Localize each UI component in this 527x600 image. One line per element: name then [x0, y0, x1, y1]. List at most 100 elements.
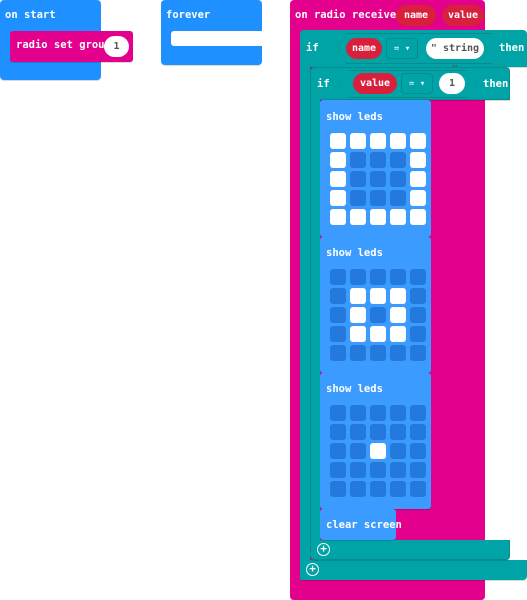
- inner-if-left-value[interactable]: value: [353, 73, 397, 94]
- led-cell[interactable]: [330, 405, 346, 421]
- led-cell[interactable]: [350, 462, 366, 478]
- led-grid[interactable]: [330, 405, 430, 505]
- led-cell[interactable]: [370, 462, 386, 478]
- led-cell[interactable]: [330, 307, 346, 323]
- led-cell[interactable]: [410, 133, 426, 149]
- led-cell[interactable]: [370, 133, 386, 149]
- led-cell[interactable]: [410, 269, 426, 285]
- led-cell[interactable]: [370, 443, 386, 459]
- led-cell[interactable]: [410, 462, 426, 478]
- led-cell[interactable]: [390, 462, 406, 478]
- inner-if-operator-dropdown[interactable]: = ▾: [401, 73, 433, 94]
- led-cell[interactable]: [390, 443, 406, 459]
- param-name[interactable]: name: [396, 5, 436, 26]
- led-cell[interactable]: [410, 345, 426, 361]
- led-cell[interactable]: [350, 152, 366, 168]
- inner-if-header[interactable]: if value = ▾ 1 then: [310, 67, 510, 100]
- led-cell[interactable]: [390, 133, 406, 149]
- led-cell[interactable]: [410, 424, 426, 440]
- clear-screen-block[interactable]: clear screen: [320, 509, 402, 540]
- led-cell[interactable]: [410, 171, 426, 187]
- led-cell[interactable]: [390, 171, 406, 187]
- led-cell[interactable]: [370, 209, 386, 225]
- led-cell[interactable]: [410, 481, 426, 497]
- led-cell[interactable]: [330, 443, 346, 459]
- led-cell[interactable]: [390, 288, 406, 304]
- forever-empty-slot[interactable]: [171, 31, 262, 46]
- led-grid[interactable]: [330, 133, 430, 233]
- led-cell[interactable]: [330, 171, 346, 187]
- led-cell[interactable]: [370, 424, 386, 440]
- forever-block[interactable]: forever: [161, 0, 262, 65]
- outer-if-left-name[interactable]: name: [346, 38, 382, 59]
- led-cell[interactable]: [390, 424, 406, 440]
- outer-if-add-icon[interactable]: +: [306, 563, 319, 576]
- led-cell[interactable]: [410, 326, 426, 342]
- param-value[interactable]: value: [442, 5, 484, 26]
- radio-set-group-block[interactable]: radio set group 1: [10, 31, 133, 62]
- led-cell[interactable]: [410, 190, 426, 206]
- led-grid[interactable]: [330, 269, 430, 369]
- show-leds-block[interactable]: show leds: [320, 237, 431, 373]
- outer-if-header[interactable]: if name = ▾ " string " then: [300, 30, 527, 75]
- led-cell[interactable]: [350, 326, 366, 342]
- outer-if-footer[interactable]: +: [300, 560, 527, 580]
- led-cell[interactable]: [370, 288, 386, 304]
- outer-if-operator-dropdown[interactable]: = ▾: [386, 38, 418, 59]
- led-cell[interactable]: [330, 462, 346, 478]
- led-cell[interactable]: [410, 209, 426, 225]
- led-cell[interactable]: [350, 307, 366, 323]
- led-cell[interactable]: [390, 190, 406, 206]
- led-cell[interactable]: [370, 269, 386, 285]
- led-cell[interactable]: [410, 443, 426, 459]
- led-cell[interactable]: [350, 171, 366, 187]
- led-cell[interactable]: [390, 209, 406, 225]
- led-cell[interactable]: [330, 209, 346, 225]
- led-cell[interactable]: [350, 405, 366, 421]
- led-cell[interactable]: [370, 171, 386, 187]
- inner-if-right-number[interactable]: 1: [439, 73, 465, 94]
- led-cell[interactable]: [350, 443, 366, 459]
- led-cell[interactable]: [410, 288, 426, 304]
- led-cell[interactable]: [330, 288, 346, 304]
- led-cell[interactable]: [410, 405, 426, 421]
- led-cell[interactable]: [370, 152, 386, 168]
- led-cell[interactable]: [390, 481, 406, 497]
- inner-if-add-icon[interactable]: +: [317, 543, 330, 556]
- led-cell[interactable]: [350, 133, 366, 149]
- show-leds-block[interactable]: show leds: [320, 100, 431, 237]
- led-cell[interactable]: [350, 481, 366, 497]
- led-cell[interactable]: [370, 405, 386, 421]
- led-cell[interactable]: [350, 209, 366, 225]
- led-cell[interactable]: [370, 481, 386, 497]
- radio-group-value[interactable]: 1: [104, 36, 129, 57]
- led-cell[interactable]: [330, 133, 346, 149]
- led-cell[interactable]: [390, 152, 406, 168]
- led-cell[interactable]: [370, 345, 386, 361]
- led-cell[interactable]: [350, 345, 366, 361]
- led-cell[interactable]: [370, 190, 386, 206]
- led-cell[interactable]: [390, 307, 406, 323]
- led-cell[interactable]: [330, 152, 346, 168]
- led-cell[interactable]: [390, 269, 406, 285]
- led-cell[interactable]: [350, 288, 366, 304]
- led-cell[interactable]: [350, 190, 366, 206]
- led-cell[interactable]: [350, 269, 366, 285]
- led-cell[interactable]: [330, 190, 346, 206]
- led-cell[interactable]: [330, 481, 346, 497]
- led-cell[interactable]: [390, 405, 406, 421]
- led-cell[interactable]: [390, 326, 406, 342]
- led-cell[interactable]: [410, 307, 426, 323]
- led-cell[interactable]: [410, 152, 426, 168]
- led-cell[interactable]: [330, 345, 346, 361]
- led-cell[interactable]: [330, 269, 346, 285]
- led-cell[interactable]: [370, 326, 386, 342]
- led-cell[interactable]: [330, 326, 346, 342]
- led-cell[interactable]: [350, 424, 366, 440]
- inner-if-footer[interactable]: +: [310, 540, 510, 560]
- show-leds-block[interactable]: show leds: [320, 373, 431, 509]
- led-cell[interactable]: [390, 345, 406, 361]
- led-cell[interactable]: [330, 424, 346, 440]
- led-cell[interactable]: [370, 307, 386, 323]
- outer-if-right-string[interactable]: " string ": [426, 38, 484, 75]
